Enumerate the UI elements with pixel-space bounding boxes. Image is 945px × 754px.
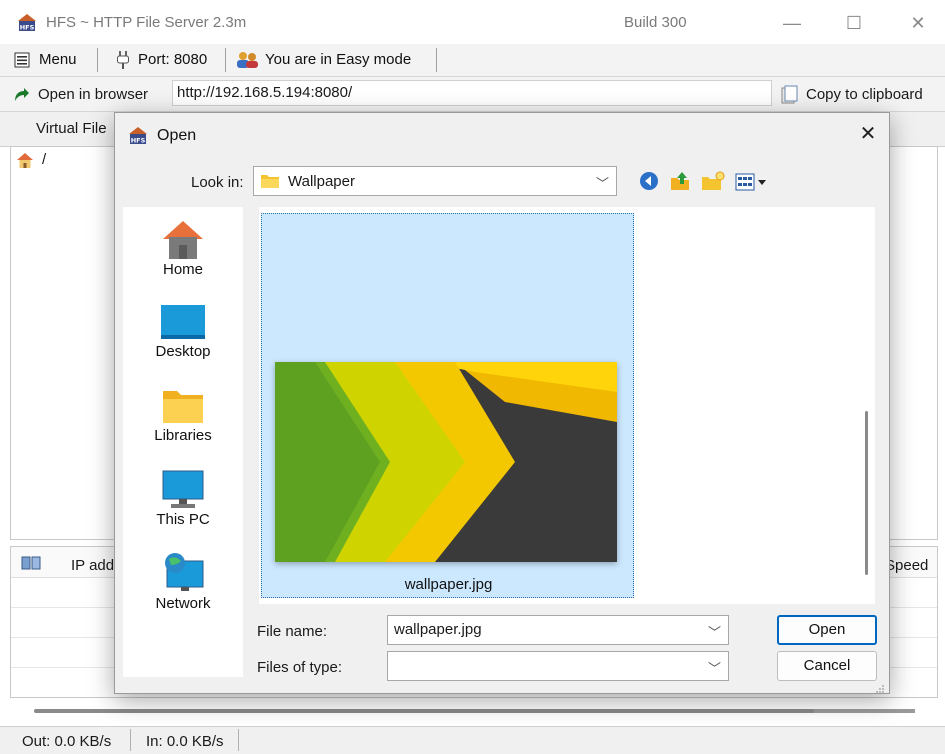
network-icon <box>21 555 41 571</box>
open-in-browser-button[interactable]: Open in browser <box>10 79 166 109</box>
computer-icon <box>159 469 207 511</box>
open-arrow-icon <box>12 86 30 104</box>
resize-grip-icon[interactable] <box>875 681 885 693</box>
svg-text:HFS: HFS <box>131 137 146 145</box>
home-icon <box>16 151 34 169</box>
open-button[interactable]: Open <box>777 615 877 645</box>
place-libraries-label: Libraries <box>154 427 212 444</box>
home-icon <box>159 217 207 261</box>
toolbar-divider <box>225 48 226 72</box>
place-network-label: Network <box>155 595 211 612</box>
plug-icon <box>116 50 130 70</box>
place-this-pc[interactable]: This PC <box>123 469 243 528</box>
cancel-button[interactable]: Cancel <box>777 651 877 681</box>
main-toolbar: Menu Port: 8080 You are in Easy mode <box>0 44 945 77</box>
network-globe-icon <box>159 551 207 595</box>
wallpaper-thumbnail <box>275 362 617 562</box>
place-desktop-label: Desktop <box>155 343 211 360</box>
folder-icon <box>260 172 280 190</box>
place-libraries[interactable]: Libraries <box>123 385 243 444</box>
dialog-close-button[interactable]: ✕ <box>853 121 883 147</box>
title-bar: HFS HFS ~ HTTP File Server 2.3m Build 30… <box>0 0 945 44</box>
horizontal-scrollbar-thumb[interactable] <box>34 709 814 713</box>
hfs-logo-icon: HFS <box>127 125 149 145</box>
menu-label: Menu <box>39 51 77 68</box>
file-list-view[interactable]: wallpaper.jpg <box>259 207 859 604</box>
open-in-browser-label: Open in browser <box>38 86 149 103</box>
vertical-scrollbar-thumb[interactable] <box>865 411 868 575</box>
vfs-tab-label[interactable]: Virtual File <box>36 120 107 137</box>
new-folder-icon <box>702 171 725 190</box>
desktop-icon <box>159 303 207 343</box>
chevron-down-icon: ﹀ <box>596 176 610 191</box>
port-label: Port: 8080 <box>138 51 208 68</box>
mode-label: You are in Easy mode <box>265 51 412 68</box>
chevron-down-icon: ﹀ <box>708 661 722 676</box>
place-home[interactable]: Home <box>123 217 243 278</box>
back-button[interactable] <box>639 171 659 191</box>
file-name-field[interactable]: wallpaper.jpg ﹀ <box>387 615 729 645</box>
file-name-label: File name: <box>257 623 328 640</box>
out-speed-label: Out: 0.0 KB/s <box>22 733 112 750</box>
back-icon <box>640 172 658 190</box>
files-of-type-label: Files of type: <box>257 659 343 676</box>
maximize-button[interactable]: ☐ <box>836 8 872 38</box>
url-field[interactable]: http://192.168.5.194:8080/ <box>172 80 772 106</box>
place-this-pc-label: This PC <box>156 511 210 528</box>
close-button[interactable]: ✕ <box>900 8 936 38</box>
status-divider <box>238 729 239 751</box>
copy-to-clipboard-label: Copy to clipboard <box>806 86 923 103</box>
place-home-label: Home <box>162 261 203 278</box>
chevron-down-icon: ﹀ <box>708 625 722 640</box>
window-title: HFS ~ HTTP File Server 2.3m <box>46 14 247 31</box>
look-in-label: Look in: <box>191 174 244 191</box>
dialog-title: Open <box>157 127 197 144</box>
file-item-label: wallpaper.jpg <box>404 576 493 593</box>
clipboard-icon <box>780 85 798 105</box>
in-speed-label: In: 0.0 KB/s <box>146 733 224 750</box>
status-divider <box>130 729 131 751</box>
look-in-value: Wallpaper <box>288 173 355 190</box>
port-button[interactable]: Port: 8080 <box>114 44 216 76</box>
place-desktop[interactable]: Desktop <box>123 303 243 360</box>
menu-icon <box>14 52 30 68</box>
svg-text:HFS: HFS <box>20 24 35 32</box>
hfs-logo-icon: HFS <box>16 12 38 32</box>
toolbar-divider <box>436 48 437 72</box>
menu-button[interactable]: Menu <box>12 44 90 76</box>
minimize-button[interactable]: — <box>774 8 810 38</box>
places-bar: Home Desktop Libraries This PC Network <box>123 207 243 677</box>
mode-button[interactable]: You are in Easy mode <box>236 44 434 76</box>
vfs-root-label[interactable]: / <box>42 151 46 168</box>
build-label: Build 300 <box>624 14 687 31</box>
toolbar-divider <box>97 48 98 72</box>
file-name-value: wallpaper.jpg <box>394 621 482 638</box>
new-folder-button[interactable] <box>701 171 725 193</box>
speed-header[interactable]: Speed <box>885 557 928 574</box>
up-folder-button[interactable] <box>669 170 691 192</box>
file-item-selected[interactable]: wallpaper.jpg <box>261 213 634 598</box>
view-menu-button[interactable] <box>735 173 771 193</box>
up-folder-icon <box>671 172 689 190</box>
place-network[interactable]: Network <box>123 551 243 612</box>
look-in-combobox[interactable]: Wallpaper ﹀ <box>253 166 617 196</box>
vertical-scrollbar[interactable] <box>859 207 875 604</box>
status-bar: Out: 0.0 KB/s In: 0.0 KB/s <box>0 726 945 754</box>
view-menu-icon <box>735 173 766 191</box>
files-of-type-combobox[interactable]: ﹀ <box>387 651 729 681</box>
users-icon <box>236 51 260 69</box>
copy-to-clipboard-button[interactable]: Copy to clipboard <box>778 79 942 109</box>
libraries-icon <box>159 385 207 427</box>
open-dialog: HFS Open ✕ Look in: Wallpaper ﹀ Home Des… <box>114 112 890 694</box>
